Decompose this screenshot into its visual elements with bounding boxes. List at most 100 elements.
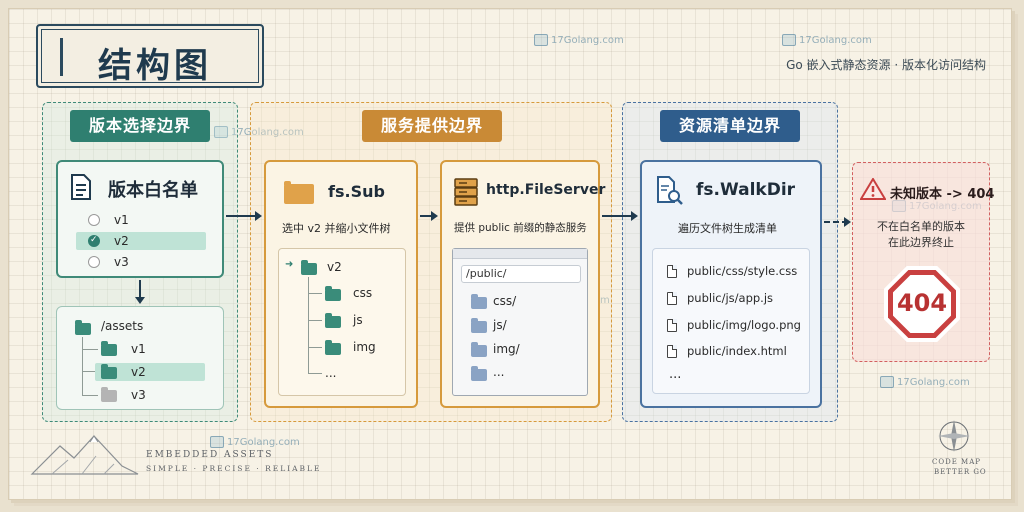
error-code: 404	[896, 289, 948, 317]
tree-line	[308, 320, 322, 321]
arrow-fileserver-to-walkdir	[602, 211, 638, 221]
arrow-whitelist-to-sub	[226, 211, 262, 221]
title-accent-bar	[60, 38, 63, 76]
manifest-file-4[interactable]: public/index.html	[687, 341, 787, 361]
file-icon	[667, 292, 677, 305]
warning-icon	[860, 178, 886, 200]
footer-right-line1: CODE MAP	[932, 458, 981, 466]
sub-tree-more: ...	[325, 366, 337, 380]
folder-icon	[284, 181, 314, 204]
version-boundary-label: 版本选择边界	[70, 110, 210, 142]
check-icon: ✓	[90, 235, 98, 245]
document-icon	[71, 174, 91, 200]
sub-tree-panel: ➜ v2 css js img ...	[278, 248, 406, 396]
stop-sign-border: 404	[888, 270, 956, 338]
title-box: 结构图	[36, 24, 264, 88]
folder-icon	[101, 364, 117, 379]
sub-tree-img[interactable]: img	[353, 337, 376, 357]
folder-icon	[301, 260, 317, 275]
walkdir-description: 遍历文件树生成清单	[678, 222, 777, 235]
folder-icon	[471, 318, 487, 333]
arrow-whitelist-to-assets	[135, 280, 145, 304]
version-radio-v2[interactable]: ✓	[88, 235, 100, 247]
url-bar[interactable]: /public/	[461, 265, 581, 283]
watermark-logo-icon	[534, 34, 548, 46]
folder-icon	[325, 286, 341, 301]
watermark: 17Golang.com	[210, 436, 300, 448]
version-option-v1[interactable]: v1	[114, 210, 129, 230]
assets-child-v2[interactable]: v2	[131, 362, 146, 382]
fs-sub-title: fs.Sub	[328, 182, 385, 201]
fs-sub-description: 选中 v2 并缩小文件树	[282, 222, 391, 235]
compass-icon	[938, 420, 970, 452]
fileserver-description: 提供 public 前缀的静态服务	[454, 222, 587, 234]
watermark: 17Golang.com	[880, 376, 970, 388]
assets-child-v1[interactable]: v1	[131, 339, 146, 359]
watermark-logo-icon	[210, 436, 224, 448]
walkdir-title: fs.WalkDir	[696, 180, 796, 200]
watermark-logo-icon	[880, 376, 894, 388]
assets-tree-card: /assets v1 v2 v3	[56, 306, 224, 410]
version-radio-v3[interactable]	[88, 256, 100, 268]
manifest-file-2[interactable]: public/js/app.js	[687, 288, 773, 308]
tree-line	[308, 373, 322, 374]
browser-titlebar	[453, 249, 587, 259]
manifest-boundary-label: 资源清单边界	[660, 110, 800, 142]
watermark-logo-icon	[782, 34, 796, 46]
folder-icon	[471, 366, 487, 381]
whitelist-card: 版本白名单 v1 ✓ v2 v3	[56, 160, 224, 278]
folder-icon	[101, 387, 117, 402]
file-icon	[667, 265, 677, 278]
footer-right-line2: BETTER GO	[934, 468, 987, 476]
browser-item-more: ...	[493, 365, 505, 379]
sub-tree-js[interactable]: js	[353, 310, 363, 330]
sub-tree-root: v2	[327, 260, 342, 274]
folder-icon	[325, 313, 341, 328]
version-radio-v1[interactable]	[88, 214, 100, 226]
unknown-version-desc-2: 在此边界终止	[888, 236, 954, 249]
browser-item-css[interactable]: css/	[493, 291, 516, 311]
page-title: 结构图	[98, 46, 212, 86]
tree-line	[308, 277, 309, 373]
folder-icon	[75, 320, 91, 335]
watermark: 17Golang.com	[782, 34, 872, 46]
stop-sign-404: 404	[884, 266, 960, 342]
folder-icon	[325, 340, 341, 355]
tree-line	[308, 293, 322, 294]
pointer-arrow-icon: ➜	[285, 259, 294, 270]
footer-left-line1: EMBEDDED ASSETS	[146, 450, 274, 460]
version-option-v3[interactable]: v3	[114, 252, 129, 272]
unknown-version-desc-1: 不在白名单的版本	[877, 220, 965, 233]
arrow-walkdir-to-404	[824, 217, 851, 227]
manifest-file-3[interactable]: public/img/logo.png	[687, 315, 801, 335]
walkdir-card: fs.WalkDir 遍历文件树生成清单 public/css/style.cs…	[640, 160, 822, 408]
tree-line	[82, 349, 98, 350]
version-option-v2[interactable]: v2	[114, 231, 129, 251]
footer-left-line2: SIMPLE · PRECISE · RELIABLE	[146, 464, 322, 473]
tree-line	[82, 395, 98, 396]
folder-icon	[471, 342, 487, 357]
browser-item-img[interactable]: img/	[493, 339, 520, 359]
folder-icon	[101, 341, 117, 356]
url-text: /public/	[466, 267, 507, 280]
browser-window: /public/ css/ js/ img/ ...	[452, 248, 588, 396]
sub-tree-css[interactable]: css	[353, 283, 372, 303]
stop-sign-face: 404	[893, 275, 951, 333]
server-icon	[454, 178, 478, 206]
manifest-file-1[interactable]: public/css/style.css	[687, 261, 797, 281]
fs-sub-card: fs.Sub 选中 v2 并缩小文件树 ➜ v2 css js img ...	[264, 160, 418, 408]
assets-child-v3[interactable]: v3	[131, 385, 146, 405]
file-icon	[667, 345, 677, 358]
arrow-sub-to-fileserver	[420, 211, 438, 221]
search-document-icon	[657, 176, 683, 205]
whitelist-title: 版本白名单	[108, 180, 198, 201]
fileserver-title: http.FileServer	[486, 182, 606, 198]
assets-root-label: /assets	[101, 319, 144, 333]
tree-line	[308, 347, 322, 348]
watermark: 17Golang.com	[534, 34, 624, 46]
folder-icon	[471, 294, 487, 309]
browser-item-js[interactable]: js/	[493, 315, 507, 335]
manifest-more: ...	[669, 367, 682, 382]
manifest-panel: public/css/style.css public/js/app.js pu…	[652, 248, 810, 394]
tree-line	[82, 337, 83, 395]
